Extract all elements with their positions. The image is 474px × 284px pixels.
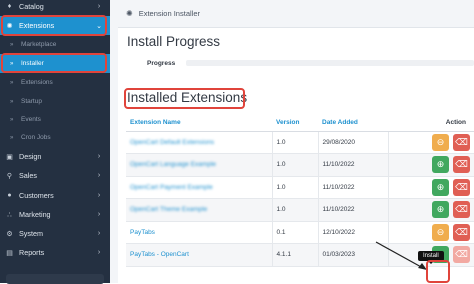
chevron-double-right-icon: » xyxy=(10,116,14,123)
tag-icon: ♦ xyxy=(7,3,12,10)
highlight-box-extensions xyxy=(1,15,107,36)
cart-icon: ⚲ xyxy=(6,172,13,180)
share-icon: ∴ xyxy=(7,211,12,219)
chevron-right-icon: › xyxy=(97,153,101,160)
user-icon: ● xyxy=(7,192,12,199)
chevron-right-icon: › xyxy=(97,211,101,218)
sidebar-subitem-marketplace[interactable]: » Marketplace xyxy=(0,35,110,54)
chevron-double-right-icon: » xyxy=(10,41,14,48)
sidebar-item-customers[interactable]: ● Customers › xyxy=(0,186,110,205)
chevron-right-icon: › xyxy=(97,172,101,179)
chevron-double-right-icon: » xyxy=(10,134,14,141)
sidebar-subitem-events[interactable]: » Events xyxy=(0,110,110,129)
sidebar-item-design[interactable]: ▣ Design › xyxy=(0,147,110,166)
main-content: ✺ Extension Installer Install Progress P… xyxy=(110,0,474,283)
sidebar-item-reports[interactable]: ▤ Reports › xyxy=(0,243,110,262)
sidebar-item-system[interactable]: ⚙ System › xyxy=(0,224,110,243)
highlight-box-installer xyxy=(1,53,107,73)
sidebar-subitem-startup[interactable]: » Startup xyxy=(0,92,110,111)
chevron-right-icon: › xyxy=(97,249,101,256)
gear-icon: ⚙ xyxy=(6,230,13,238)
sidebar-subitem-cron-jobs[interactable]: » Cron Jobs xyxy=(0,128,110,147)
highlight-box-install-button xyxy=(426,260,450,283)
sidebar-item-catalog[interactable]: ♦ Catalog › xyxy=(0,0,110,16)
chevron-double-right-icon: » xyxy=(10,98,14,105)
chevron-right-icon: › xyxy=(97,230,101,237)
pointer-arrow-icon xyxy=(375,241,427,270)
chart-icon: ▤ xyxy=(6,249,13,257)
sidebar-subitem-extensions[interactable]: » Extensions xyxy=(0,73,110,92)
chevron-right-icon: › xyxy=(97,192,101,199)
sidebar-item-marketing[interactable]: ∴ Marketing › xyxy=(0,205,110,224)
chevron-double-right-icon: » xyxy=(10,79,14,86)
monitor-icon: ▣ xyxy=(6,153,13,161)
chevron-right-icon: › xyxy=(97,3,101,10)
sidebar-item-sales[interactable]: ⚲ Sales › xyxy=(0,166,110,185)
sidebar: ♦ Catalog › ✺ Extensions ⌄ » Marketplace… xyxy=(0,0,110,284)
